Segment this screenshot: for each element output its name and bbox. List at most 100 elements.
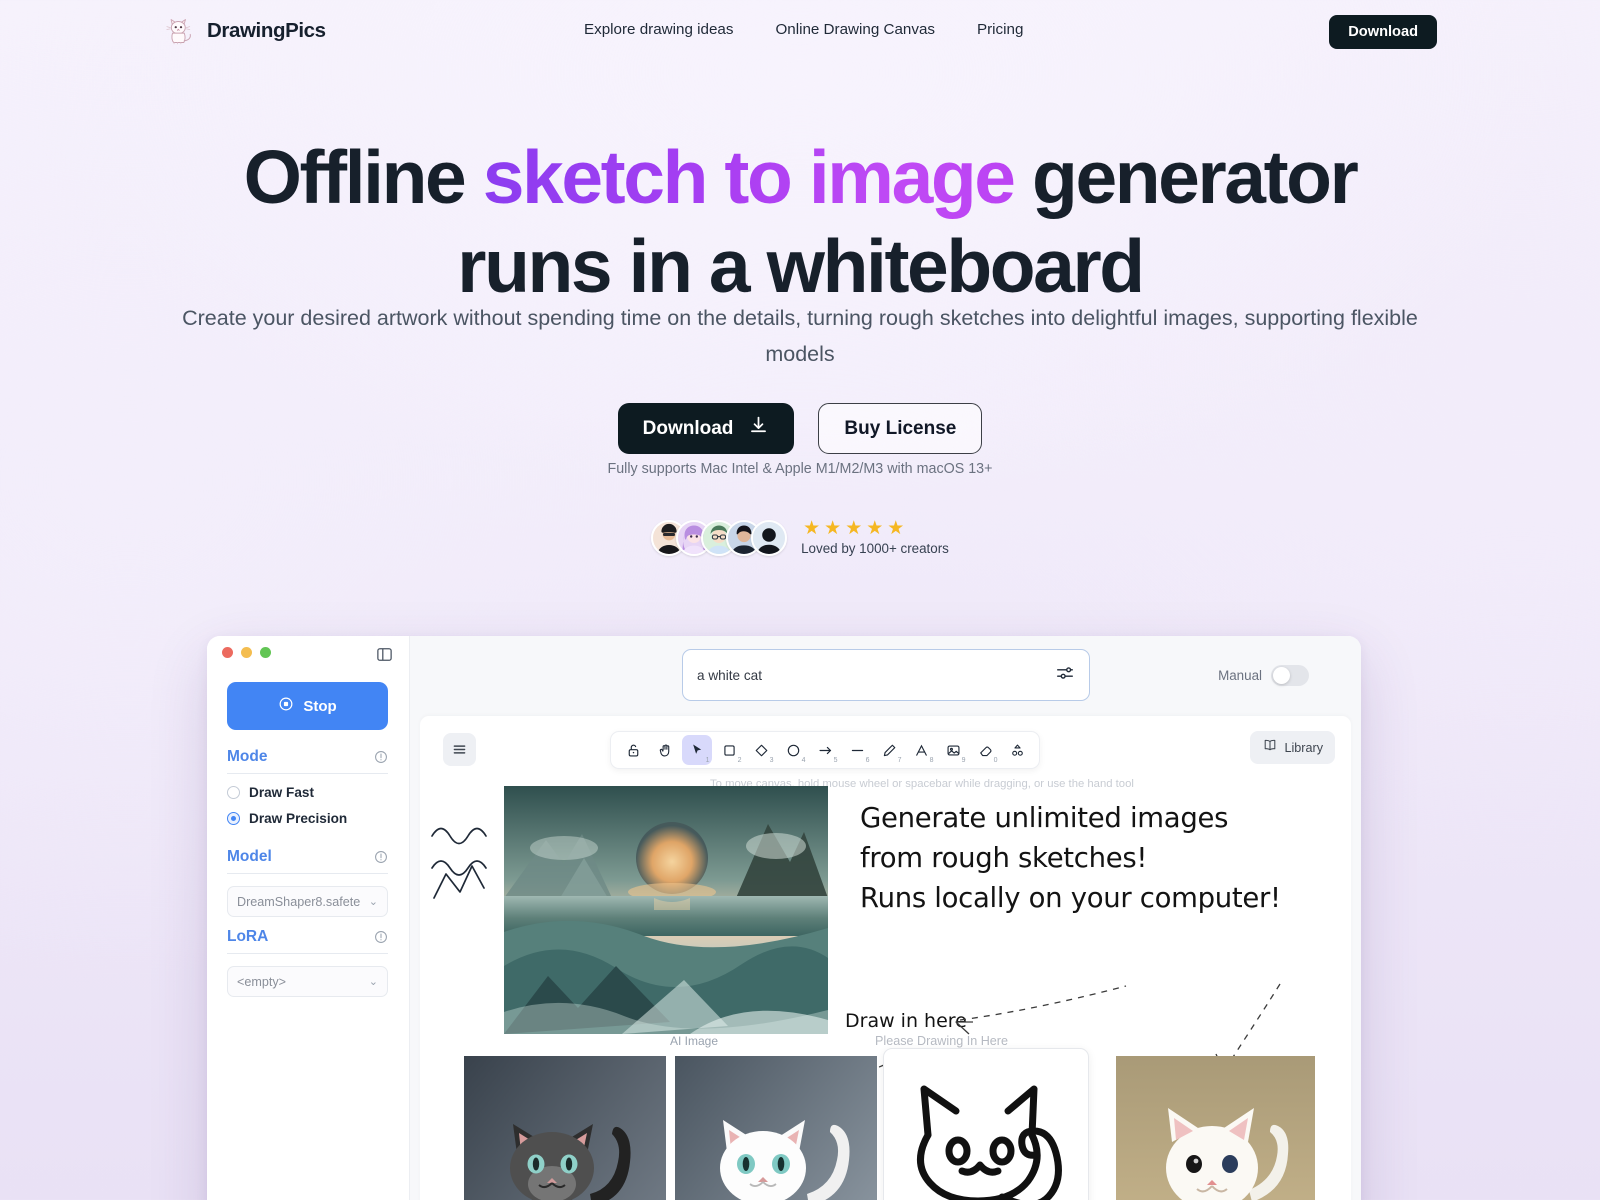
stop-button-label: Stop [303, 697, 337, 715]
radio-icon [227, 786, 240, 799]
site-header: DrawingPics Explore drawing ideas Online… [0, 0, 1600, 64]
tool-number: 0 [993, 757, 998, 764]
sidebar-toggle-icon[interactable] [376, 646, 393, 668]
library-button[interactable]: Library [1249, 731, 1335, 764]
canvas-toolbar: 1 2 3 4 5 6 7 8 9 0 [610, 731, 1040, 769]
page-title: Offline sketch to image generator runs i… [0, 140, 1600, 304]
avatar-group [651, 519, 788, 556]
info-icon[interactable] [374, 930, 388, 944]
hamburger-menu-icon[interactable] [443, 733, 476, 766]
tool-number: 9 [961, 757, 966, 764]
minimize-window-button[interactable] [241, 647, 252, 658]
hero-title-part2: generator [1013, 135, 1359, 219]
info-icon[interactable] [374, 750, 388, 764]
ai-image-label: AI Image [670, 1034, 719, 1048]
user-sketch-canvas[interactable] [883, 1048, 1089, 1200]
hero-title-line2: runs in a whiteboard [457, 224, 1145, 308]
star-rating: ★ ★ ★ ★ ★ [803, 519, 904, 538]
hero-support-note: Fully supports Mac Intel & Apple M1/M2/M… [607, 461, 993, 477]
tool-ellipse[interactable]: 4 [778, 735, 808, 765]
sliders-icon[interactable] [1055, 663, 1075, 688]
tool-eraser[interactable]: 0 [970, 735, 1000, 765]
tool-selection[interactable]: 1 [682, 735, 712, 765]
tool-text[interactable]: 8 [906, 735, 936, 765]
handwriting-line-3: Runs locally on your computer! [860, 882, 1281, 915]
manual-toggle-switch[interactable] [1271, 665, 1309, 686]
tool-line[interactable]: 6 [842, 735, 872, 765]
library-button-label: Library [1284, 740, 1324, 755]
stop-button[interactable]: Stop [227, 682, 388, 730]
app-preview-window: Stop Mode Draw Fast Draw Precision Model… [207, 636, 1361, 1200]
tool-number: 2 [737, 757, 742, 764]
stop-circle-icon [278, 696, 294, 716]
info-icon[interactable] [374, 850, 388, 864]
star-icon: ★ [887, 518, 905, 539]
nav-link-online-drawing-canvas[interactable]: Online Drawing Canvas [775, 21, 935, 38]
draw-in-here-note: Draw in here [845, 1010, 967, 1032]
model-select-value: DreamShaper8.safete [237, 894, 361, 909]
section-header: Mode [227, 748, 388, 774]
section-title-model: Model [227, 848, 272, 865]
tool-number: 3 [769, 757, 774, 764]
tool-frame[interactable] [1002, 735, 1032, 765]
hero-download-button[interactable]: Download [617, 403, 795, 454]
download-icon [748, 415, 769, 442]
tool-rectangle[interactable]: 2 [714, 735, 744, 765]
handwriting-line-2: from rough sketches! [860, 842, 1148, 875]
manual-toggle-group: Manual [1218, 665, 1309, 686]
radio-draw-precision[interactable]: Draw Precision [227, 811, 388, 826]
sidebar-section-mode: Mode Draw Fast Draw Precision [227, 748, 388, 826]
canvas-handwritten-text: Generate unlimited images from rough ske… [860, 798, 1351, 918]
sidebar-section-lora: LoRA <empty> ⌄ [227, 928, 388, 997]
hero-buy-license-button[interactable]: Buy License [818, 403, 983, 454]
app-sidebar: Stop Mode Draw Fast Draw Precision Model… [207, 636, 410, 1200]
prompt-input[interactable]: a white cat [682, 649, 1090, 701]
tool-lock[interactable] [618, 735, 648, 765]
generated-image-sweater-cat[interactable] [1116, 1056, 1315, 1200]
tool-diamond[interactable]: 3 [746, 735, 776, 765]
drawing-placeholder-label: Please Drawing In Here [875, 1034, 1008, 1048]
nav-link-pricing[interactable]: Pricing [977, 21, 1023, 38]
star-icon: ★ [824, 518, 842, 539]
lora-select[interactable]: <empty> ⌄ [227, 966, 388, 997]
header-download-button[interactable]: Download [1329, 15, 1437, 49]
chevron-down-icon: ⌄ [368, 896, 378, 908]
tool-number: 7 [897, 757, 902, 764]
model-select[interactable]: DreamShaper8.safete ⌄ [227, 886, 388, 917]
tool-number: 1 [705, 757, 710, 764]
radio-draw-fast[interactable]: Draw Fast [227, 785, 388, 800]
brand-name: DrawingPics [207, 19, 326, 42]
tool-number: 5 [833, 757, 838, 764]
lora-select-value: <empty> [237, 974, 287, 989]
cat-logo-icon [163, 14, 197, 48]
tool-number: 6 [865, 757, 870, 764]
radio-label-draw-fast: Draw Fast [249, 785, 314, 800]
tool-arrow[interactable]: 5 [810, 735, 840, 765]
star-icon: ★ [803, 518, 821, 539]
tool-number: 8 [929, 757, 934, 764]
window-traffic-lights [222, 647, 271, 658]
star-icon: ★ [866, 518, 884, 539]
hero-title-highlight: sketch to image [482, 135, 1016, 219]
nav-link-explore-drawing-ideas[interactable]: Explore drawing ideas [584, 21, 733, 38]
generated-image-white-cat[interactable] [675, 1056, 877, 1200]
hero-download-label: Download [642, 417, 734, 439]
prompt-input-value: a white cat [697, 667, 762, 683]
drawing-canvas[interactable]: 1 2 3 4 5 6 7 8 9 0 Library To move canv… [420, 716, 1351, 1200]
main-nav: Explore drawing ideas Online Drawing Can… [584, 21, 1023, 38]
hero-actions: Download Buy License [0, 403, 1600, 454]
section-header: Model [227, 848, 388, 874]
tool-hand[interactable] [650, 735, 680, 765]
generated-image-dark-cat[interactable] [464, 1056, 666, 1200]
chevron-down-icon: ⌄ [368, 976, 378, 988]
section-header: LoRA [227, 928, 388, 954]
ai-generated-landscape-image [504, 786, 828, 1034]
radio-icon-selected [227, 812, 240, 825]
zoom-window-button[interactable] [260, 647, 271, 658]
star-icon: ★ [845, 518, 863, 539]
tool-draw[interactable]: 7 [874, 735, 904, 765]
tool-image[interactable]: 9 [938, 735, 968, 765]
manual-toggle-label: Manual [1218, 668, 1262, 683]
close-window-button[interactable] [222, 647, 233, 658]
brand-logo-link[interactable]: DrawingPics [163, 14, 326, 48]
